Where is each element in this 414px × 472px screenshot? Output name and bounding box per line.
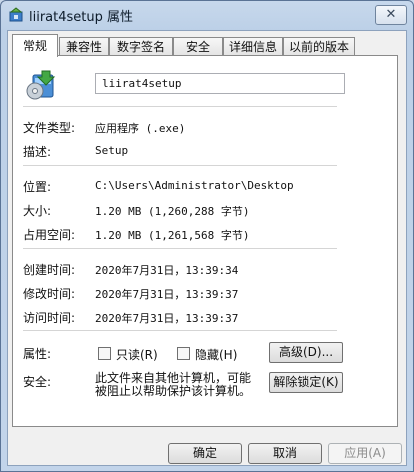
tab-details[interactable]: 详细信息	[223, 37, 283, 56]
description-value: Setup	[95, 144, 129, 157]
tab-security[interactable]: 安全	[173, 37, 223, 56]
dialog-client: 常规 兼容性 数字签名 安全 详细信息 以前的版本 liirat4setup 文…	[7, 30, 407, 466]
modified-value: 2020年7月31日，13:39:37	[95, 288, 239, 301]
accessed-value: 2020年7月31日，13:39:37	[95, 312, 239, 325]
size-value: 1.20 MB (1,260,288 字节)	[95, 205, 250, 218]
title-bar[interactable]: liirat4setup 属性 ✕	[1, 1, 413, 29]
size-on-disk-label: 占用空间:	[23, 228, 76, 242]
hidden-checkbox[interactable]	[177, 347, 190, 360]
accessed-label: 访问时间:	[23, 311, 76, 325]
tab-previous-versions[interactable]: 以前的版本	[283, 37, 355, 56]
readonly-checkbox[interactable]	[98, 347, 111, 360]
window-title: liirat4setup 属性	[29, 10, 134, 25]
location-label: 位置:	[23, 180, 52, 194]
ok-button[interactable]: 确定	[168, 443, 242, 464]
close-button[interactable]: ✕	[375, 5, 407, 25]
modified-label: 修改时间:	[23, 287, 76, 301]
unblock-button[interactable]: 解除锁定(K)	[269, 372, 343, 393]
tab-general[interactable]: 常规	[12, 34, 58, 57]
separator	[23, 248, 337, 249]
installer-icon	[26, 70, 56, 100]
size-on-disk-value: 1.20 MB (1,261,568 字节)	[95, 229, 250, 242]
readonly-checkbox-label[interactable]: 只读(R)	[116, 346, 158, 363]
file-type-label: 文件类型:	[23, 121, 76, 135]
tab-strip: 常规 兼容性 数字签名 安全 详细信息 以前的版本	[12, 34, 402, 57]
description-label: 描述:	[23, 145, 52, 159]
properties-window: liirat4setup 属性 ✕ 常规 兼容性 数字签名 安全 详细信息 以前…	[0, 0, 414, 472]
security-message-line2: 被阻止以帮助保护该计算机。	[95, 384, 252, 398]
location-value: C:\Users\Administrator\Desktop	[95, 179, 294, 192]
cancel-button[interactable]: 取消	[248, 443, 322, 464]
size-label: 大小:	[23, 204, 52, 218]
security-label: 安全:	[23, 375, 52, 389]
general-panel: liirat4setup 文件类型: 应用程序 (.exe) 描述: Setup…	[12, 55, 398, 427]
separator	[23, 330, 337, 331]
separator	[23, 165, 337, 166]
attributes-label: 属性:	[23, 347, 52, 361]
file-name-field[interactable]: liirat4setup	[95, 73, 345, 94]
advanced-button[interactable]: 高级(D)...	[269, 342, 343, 363]
created-value: 2020年7月31日，13:39:34	[95, 264, 239, 277]
security-message: 此文件来自其他计算机，可能 被阻止以帮助保护该计算机。	[95, 372, 265, 398]
apply-button[interactable]: 应用(A)	[328, 443, 402, 464]
file-type-value: 应用程序 (.exe)	[95, 122, 186, 135]
setup-app-icon	[9, 7, 23, 22]
tab-compatibility[interactable]: 兼容性	[59, 37, 109, 56]
created-label: 创建时间:	[23, 263, 76, 277]
tab-digital-signatures[interactable]: 数字签名	[109, 37, 173, 56]
hidden-checkbox-label[interactable]: 隐藏(H)	[195, 346, 237, 363]
separator	[23, 106, 337, 107]
